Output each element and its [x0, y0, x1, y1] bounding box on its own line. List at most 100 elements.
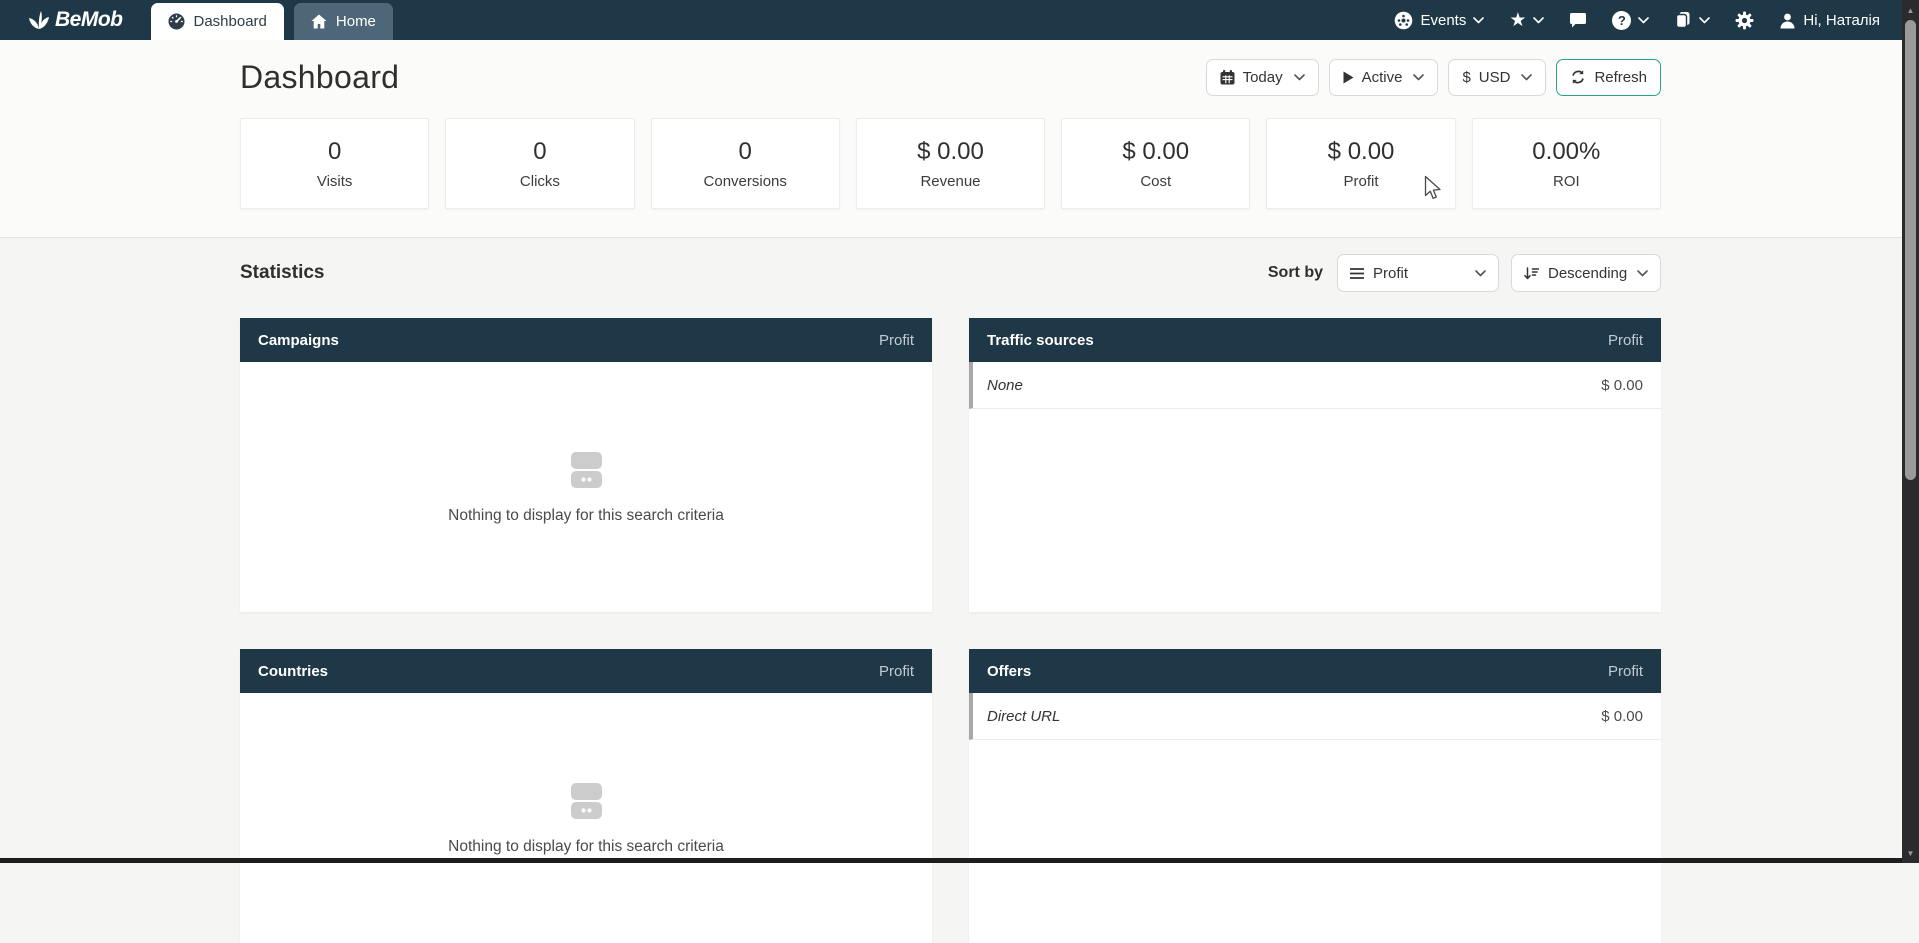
statistics-panels: Campaigns Profit Nothing to display for …: [240, 318, 1661, 943]
panel-metric-label: Profit: [1608, 663, 1643, 680]
favorites-menu[interactable]: ★: [1509, 11, 1544, 30]
panel-empty-state: Nothing to display for this search crite…: [240, 362, 932, 612]
user-menu[interactable]: Hi, Наталія: [1779, 12, 1880, 29]
stat-value: $ 0.00: [1328, 138, 1395, 166]
panel-empty-state: Nothing to display for this search crite…: [240, 693, 932, 943]
events-icon: [1394, 11, 1413, 30]
sort-direction-select[interactable]: Descending: [1511, 254, 1661, 292]
currency-button[interactable]: $ USD: [1448, 59, 1546, 96]
panel-header: Offers Profit: [969, 649, 1661, 693]
table-row[interactable]: None $ 0.00: [969, 362, 1661, 409]
chevron-down-icon: [1294, 74, 1305, 81]
refresh-button[interactable]: Refresh: [1556, 59, 1661, 96]
gear-icon: [1735, 11, 1754, 30]
panel-title: Offers: [987, 663, 1031, 680]
tab-home[interactable]: Home: [294, 3, 393, 40]
chevron-down-icon: [1521, 74, 1532, 81]
row-name: None: [987, 377, 1023, 394]
stat-label: Clicks: [520, 173, 560, 190]
panel-offers: Offers Profit Direct URL $ 0.00: [969, 649, 1661, 943]
stat-value: $ 0.00: [1122, 138, 1189, 166]
tab-dashboard[interactable]: Dashboard: [151, 3, 284, 40]
scrollbar-thumb[interactable]: [1905, 20, 1916, 480]
panel-metric-label: Profit: [879, 332, 914, 349]
stat-card-roi: 0.00% ROI: [1472, 118, 1661, 209]
bemob-logo[interactable]: BeMob: [28, 0, 123, 40]
user-icon: [1779, 12, 1796, 29]
stat-card-visits: 0 Visits: [240, 118, 429, 209]
chevron-down-icon: [1699, 17, 1710, 24]
top-navbar: BeMob Dashboard Home: [0, 0, 1919, 40]
row-name: Direct URL: [987, 708, 1060, 725]
status-filter-button[interactable]: Active: [1329, 59, 1439, 96]
panel-rows: None $ 0.00: [969, 362, 1661, 612]
scrollbar[interactable]: ▲ ▼: [1902, 0, 1919, 863]
stat-card-revenue: $ 0.00 Revenue: [856, 118, 1045, 209]
events-menu[interactable]: Events: [1394, 11, 1484, 30]
stack-icon: [1674, 11, 1692, 29]
chat-icon: [1569, 12, 1587, 29]
chevron-down-icon: [1638, 17, 1649, 24]
chevron-down-icon: [1473, 17, 1484, 24]
brand-name: BeMob: [55, 8, 123, 32]
stat-label: Profit: [1344, 173, 1379, 190]
stat-card-clicks: 0 Clicks: [445, 118, 634, 209]
status-filter-label: Active: [1362, 69, 1403, 86]
date-range-button[interactable]: Today: [1206, 59, 1319, 96]
bemob-logo-icon: [28, 10, 50, 30]
stat-value: $ 0.00: [917, 138, 984, 166]
empty-stack-icon: [564, 450, 609, 495]
settings-button[interactable]: [1735, 11, 1754, 30]
table-row[interactable]: Direct URL $ 0.00: [969, 693, 1661, 740]
sort-controls: Sort by Profit Descending: [1268, 254, 1661, 292]
taskbar-edge: [0, 858, 1902, 863]
scroll-up-arrow[interactable]: ▲: [1902, 3, 1919, 17]
chevron-down-icon: [1533, 17, 1544, 24]
stat-value: 0: [739, 138, 752, 166]
panel-traffic-sources: Traffic sources Profit None $ 0.00: [969, 318, 1661, 612]
feedback-button[interactable]: [1569, 12, 1587, 29]
panel-header: Traffic sources Profit: [969, 318, 1661, 362]
statistics-section: Statistics Sort by Profit Descending: [0, 238, 1919, 943]
sort-by-label: Sort by: [1268, 264, 1323, 282]
play-icon: [1343, 71, 1354, 84]
sort-descending-icon: [1524, 267, 1539, 280]
page-title: Dashboard: [240, 59, 399, 96]
panel-header: Countries Profit: [240, 649, 932, 693]
panel-metric-label: Profit: [1608, 332, 1643, 349]
dollar-icon: $: [1462, 69, 1470, 86]
help-icon: ?: [1612, 11, 1631, 30]
summary-cards: 0 Visits 0 Clicks 0 Conversions $ 0.00 R…: [240, 118, 1661, 209]
chevron-down-icon: [1413, 74, 1424, 81]
dashboard-gauge-icon: [168, 13, 185, 30]
panel-title: Campaigns: [258, 332, 339, 349]
sort-field-value: Profit: [1373, 265, 1408, 282]
refresh-label: Refresh: [1594, 69, 1647, 86]
panel-metric-label: Profit: [879, 663, 914, 680]
row-value: $ 0.00: [1601, 377, 1643, 394]
refresh-icon: [1570, 69, 1586, 85]
stat-label: ROI: [1553, 173, 1580, 190]
stat-card-cost: $ 0.00 Cost: [1061, 118, 1250, 209]
home-icon: [311, 14, 327, 29]
panel-rows: Direct URL $ 0.00: [969, 693, 1661, 943]
user-greeting: Hi, Наталія: [1803, 12, 1880, 29]
help-menu[interactable]: ?: [1612, 11, 1649, 30]
currency-label: USD: [1479, 69, 1511, 86]
sort-direction-value: Descending: [1548, 265, 1627, 282]
dashboard-header-section: Dashboard Today: [0, 40, 1919, 238]
resources-menu[interactable]: [1674, 11, 1710, 29]
scroll-down-arrow[interactable]: ▼: [1902, 846, 1919, 860]
star-icon: ★: [1509, 11, 1526, 30]
navbar-actions: Events ★ ?: [1394, 0, 1880, 40]
sort-field-select[interactable]: Profit: [1337, 254, 1499, 292]
calendar-icon: [1220, 70, 1235, 85]
panel-countries: Countries Profit Nothing to display for …: [240, 649, 932, 943]
events-label: Events: [1420, 12, 1466, 29]
stat-card-profit: $ 0.00 Profit: [1266, 118, 1455, 209]
tab-dashboard-label: Dashboard: [194, 13, 267, 30]
empty-state-text: Nothing to display for this search crite…: [448, 507, 724, 525]
stat-value: 0: [533, 138, 546, 166]
chevron-down-icon: [1637, 270, 1648, 277]
stat-label: Revenue: [920, 173, 980, 190]
